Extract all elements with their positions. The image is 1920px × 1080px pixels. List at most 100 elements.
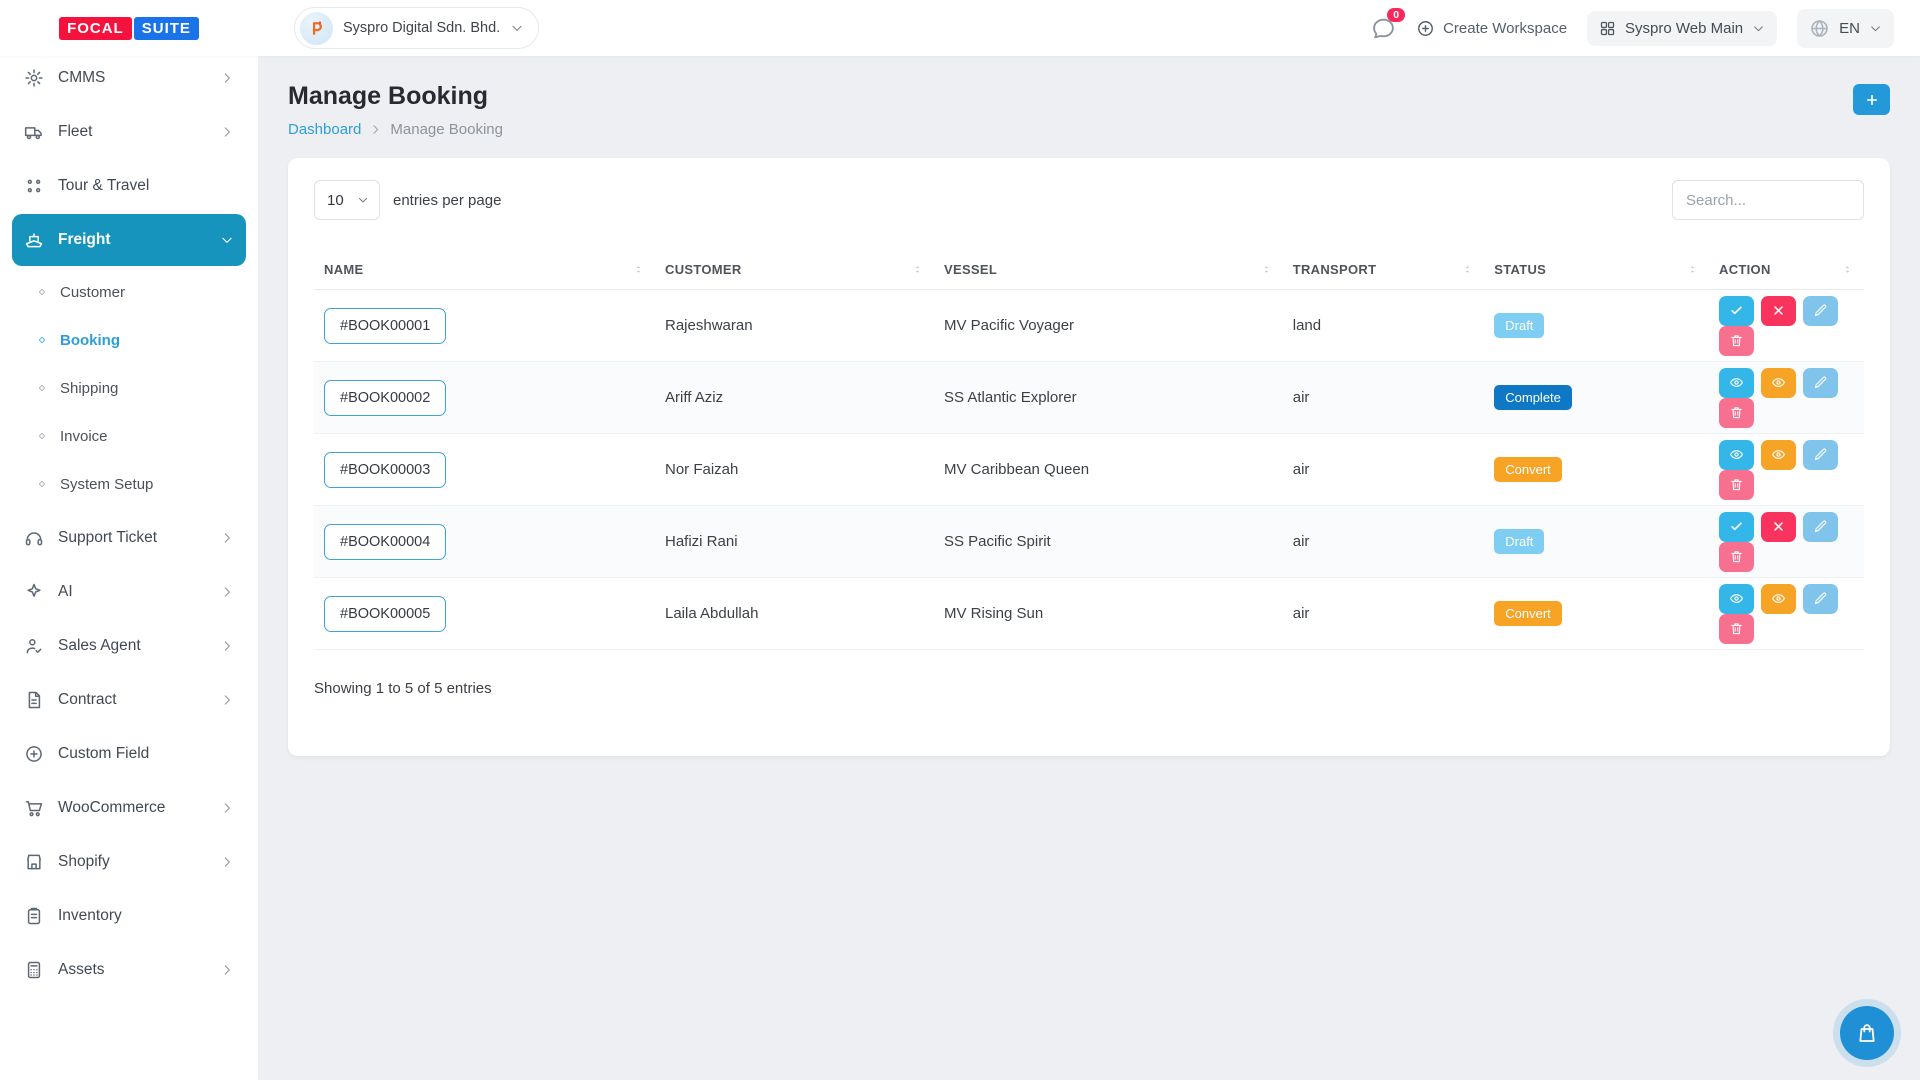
column-label: TRANSPORT (1293, 262, 1377, 277)
sidebar-subitem-booking[interactable]: Booking (12, 316, 246, 364)
edit-button[interactable] (1803, 440, 1838, 470)
diamond-icon (37, 431, 47, 441)
delete-button[interactable] (1719, 470, 1754, 500)
approve-button[interactable] (1719, 296, 1754, 326)
sidebar-item-contract[interactable]: Contract (12, 674, 246, 726)
sidebar-subitem-label: Booking (60, 332, 120, 349)
edit-button[interactable] (1803, 296, 1838, 326)
sidebar-item-label: Custom Field (58, 745, 149, 763)
delete-button[interactable] (1719, 542, 1754, 572)
sidebar-item-tour-travel[interactable]: Tour & Travel (12, 160, 246, 212)
sidebar-item-freight[interactable]: Freight (12, 214, 246, 266)
create-workspace-label: Create Workspace (1443, 20, 1567, 37)
reject-button[interactable] (1761, 512, 1796, 542)
create-workspace-button[interactable]: Create Workspace (1416, 19, 1567, 38)
edit-button[interactable] (1803, 512, 1838, 542)
view-button[interactable] (1719, 368, 1754, 398)
column-header-vessel[interactable]: VESSEL (934, 250, 1283, 290)
approve-button[interactable] (1719, 512, 1754, 542)
cell-action (1709, 506, 1864, 578)
edit-button[interactable] (1803, 368, 1838, 398)
delete-button[interactable] (1719, 614, 1754, 644)
cell-vessel: MV Caribbean Queen (934, 434, 1283, 506)
sidebar-item-inventory[interactable]: Inventory (12, 890, 246, 942)
shopping-bag-icon (1855, 1021, 1879, 1045)
preview-button[interactable] (1761, 584, 1796, 614)
chevron-down-icon (357, 194, 369, 206)
sidebar-item-label: Inventory (58, 907, 122, 925)
sidebar-item-assets[interactable]: Assets (12, 944, 246, 996)
plus-icon (1864, 92, 1880, 108)
sidebar-subitem-label: Invoice (60, 428, 108, 445)
cell-name: #BOOK00004 (314, 506, 655, 578)
preview-button[interactable] (1761, 368, 1796, 398)
sidebar-item-sales-agent[interactable]: Sales Agent (12, 620, 246, 672)
view-button[interactable] (1719, 584, 1754, 614)
check-icon (1729, 303, 1744, 318)
workspace-switcher[interactable]: Syspro Web Main (1587, 11, 1777, 46)
booking-code[interactable]: #BOOK00004 (324, 524, 446, 560)
breadcrumb-current: Manage Booking (390, 121, 503, 138)
edit-button[interactable] (1803, 584, 1838, 614)
company-selector[interactable]: Syspro Digital Sdn. Bhd. (294, 7, 539, 49)
booking-code[interactable]: #BOOK00001 (324, 308, 446, 344)
sidebar-subitem-system-setup[interactable]: System Setup (12, 460, 246, 508)
booking-table-card: 10 entries per page NAMECUSTOMERVESSELTR… (288, 158, 1890, 756)
sidebar-subitem-label: Customer (60, 284, 125, 301)
calculator-icon (24, 960, 44, 980)
sidebar-item-fleet[interactable]: Fleet (12, 106, 246, 158)
chevron-right-icon (220, 531, 234, 545)
workspace-name: Syspro Web Main (1625, 20, 1743, 37)
column-header-status[interactable]: STATUS (1484, 250, 1709, 290)
status-badge: Convert (1494, 601, 1562, 626)
sidebar-item-support-ticket[interactable]: Support Ticket (12, 512, 246, 564)
sidebar-item-ai[interactable]: AI (12, 566, 246, 618)
eye-icon (1771, 447, 1786, 462)
entries-per-page-select[interactable]: 10 (314, 180, 380, 220)
sidebar-item-label: Tour & Travel (58, 177, 149, 195)
cell-customer: Rajeshwaran (655, 290, 934, 362)
cell-action (1709, 578, 1864, 650)
search-input[interactable] (1672, 180, 1864, 220)
sort-icon (1841, 263, 1854, 276)
grid-dots-icon (24, 176, 44, 196)
language-selector[interactable]: EN (1797, 9, 1894, 48)
column-header-transport[interactable]: TRANSPORT (1283, 250, 1485, 290)
preview-button[interactable] (1761, 440, 1796, 470)
pencil-icon (1813, 519, 1828, 534)
diamond-icon (37, 287, 47, 297)
cell-action (1709, 362, 1864, 434)
plus-circle-icon (1416, 19, 1435, 38)
sidebar-submenu-freight: Customer Booking Shipping Invoice System Set… (12, 268, 246, 508)
booking-code[interactable]: #BOOK00005 (324, 596, 446, 632)
sidebar-item-custom-field[interactable]: Custom Field (12, 728, 246, 780)
chat-button[interactable]: 0 (1371, 16, 1396, 41)
language-label: EN (1839, 20, 1860, 37)
sidebar-item-label: AI (58, 583, 73, 601)
column-header-name[interactable]: NAME (314, 250, 655, 290)
sidebar-subitem-invoice[interactable]: Invoice (12, 412, 246, 460)
booking-code[interactable]: #BOOK00003 (324, 452, 446, 488)
eye-icon (1729, 375, 1744, 390)
shop-fab-button[interactable] (1840, 1006, 1894, 1060)
breadcrumb-dashboard-link[interactable]: Dashboard (288, 121, 361, 138)
sidebar-subitem-shipping[interactable]: Shipping (12, 364, 246, 412)
delete-button[interactable] (1719, 398, 1754, 428)
sidebar-subitem-customer[interactable]: Customer (12, 268, 246, 316)
chevron-down-icon (1869, 22, 1882, 35)
cell-name: #BOOK00001 (314, 290, 655, 362)
booking-code[interactable]: #BOOK00002 (324, 380, 446, 416)
sidebar-item-cmms[interactable]: CMMS (12, 56, 246, 104)
eye-icon (1729, 447, 1744, 462)
cell-vessel: SS Atlantic Explorer (934, 362, 1283, 434)
status-badge: Draft (1494, 529, 1544, 554)
delete-button[interactable] (1719, 326, 1754, 356)
logo-part-suite: SUITE (134, 17, 199, 40)
view-button[interactable] (1719, 440, 1754, 470)
column-header-action[interactable]: ACTION (1709, 250, 1864, 290)
column-header-customer[interactable]: CUSTOMER (655, 250, 934, 290)
add-booking-button[interactable] (1853, 84, 1890, 115)
reject-button[interactable] (1761, 296, 1796, 326)
sidebar-item-woocommerce[interactable]: WooCommerce (12, 782, 246, 834)
sidebar-item-shopify[interactable]: Shopify (12, 836, 246, 888)
